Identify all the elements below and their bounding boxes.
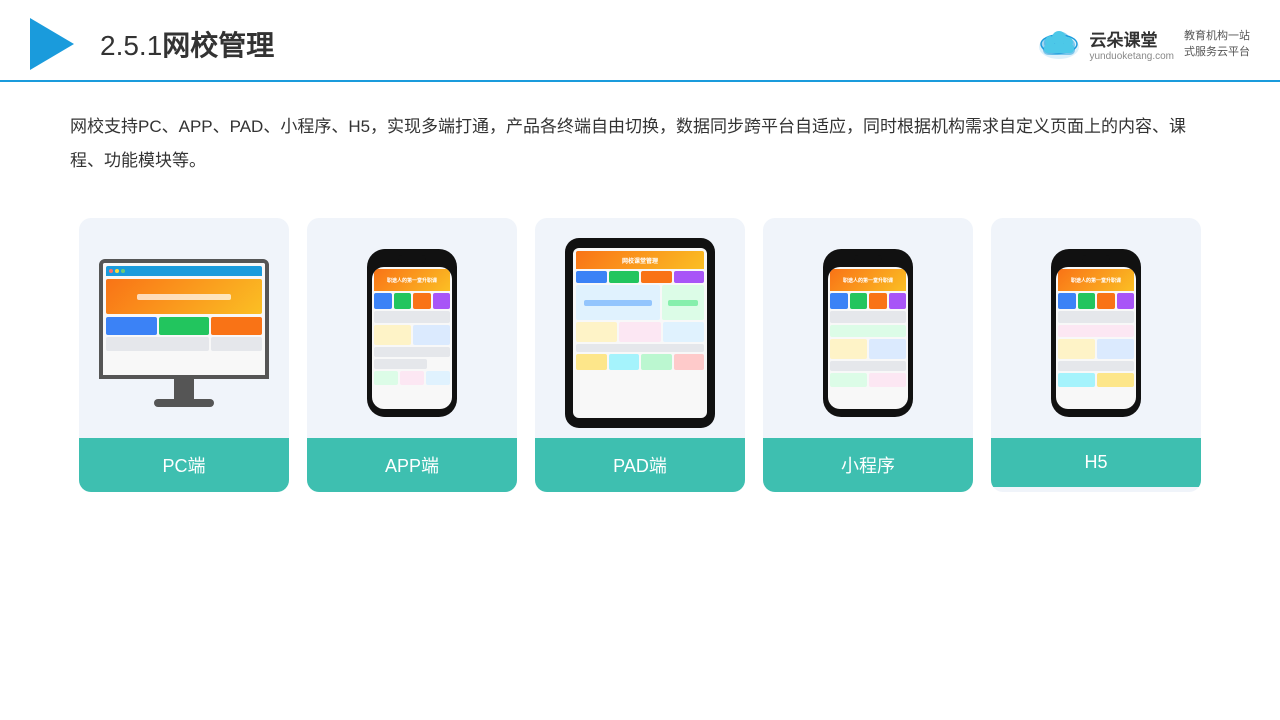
header: 2.5.1网校管理 云朵课堂 yunduo [0, 0, 1280, 82]
phone-miniprogram: 职途人的第一堂升职课 [823, 249, 913, 417]
logo-main-text: 云朵课堂 [1089, 26, 1174, 51]
cards-container: PC端 职途人的第一堂升职课 [0, 198, 1280, 512]
description-text: 网校支持PC、APP、PAD、小程序、H5，实现多端打通，产品各终端自由切换，数… [70, 110, 1210, 178]
card-h5: 职途人的第一堂升职课 [991, 218, 1201, 492]
tablet-body: 网校课堂管理 [565, 238, 715, 428]
card-pc-label: PC端 [79, 438, 289, 492]
play-icon [30, 18, 74, 70]
phone-body-app: 职途人的第一堂升职课 [367, 249, 457, 417]
phone-body-h5: 职途人的第一堂升职课 [1051, 249, 1141, 417]
logo-text: 云朵课堂 yunduoketang.com [1089, 26, 1174, 62]
cloud-icon [1035, 27, 1083, 61]
phone-h5: 职途人的第一堂升职课 [1051, 249, 1141, 417]
page-title: 2.5.1网校管理 [100, 24, 274, 64]
phone-app: 职途人的第一堂升职课 [367, 249, 457, 417]
monitor-screen [99, 259, 269, 379]
card-miniprogram-label: 小程序 [763, 438, 973, 492]
phone-notch-h5 [1082, 255, 1110, 263]
card-miniprogram: 职途人的第一堂升职课 [763, 218, 973, 492]
phone-screen-h5: 职途人的第一堂升职课 [1056, 267, 1136, 409]
card-pad-label: PAD端 [535, 438, 745, 492]
card-h5-label: H5 [991, 438, 1201, 487]
logo-url: yunduoketang.com [1089, 51, 1174, 62]
phone-body-miniprogram: 职途人的第一堂升职课 [823, 249, 913, 417]
phone-screen-mini: 职途人的第一堂升职课 [828, 267, 908, 409]
card-pc: PC端 [79, 218, 289, 492]
title-text: 网校管理 [162, 30, 274, 61]
card-pad-image: 网校课堂管理 [535, 218, 745, 438]
phone-notch-mini [854, 255, 882, 263]
phone-screen-app: 职途人的第一堂升职课 [372, 267, 452, 409]
monitor-base [154, 399, 214, 407]
card-h5-image: 职途人的第一堂升职课 [991, 218, 1201, 438]
card-pad: 网校课堂管理 [535, 218, 745, 492]
card-app: 职途人的第一堂升职课 [307, 218, 517, 492]
logo-area: 云朵课堂 yunduoketang.com 教育机构一站式服务云平台 [1035, 26, 1250, 62]
monitor-stand [174, 379, 194, 399]
header-left: 2.5.1网校管理 [30, 18, 274, 70]
card-miniprogram-image: 职途人的第一堂升职课 [763, 218, 973, 438]
card-app-image: 职途人的第一堂升职课 [307, 218, 517, 438]
title-number: 2.5.1 [100, 30, 162, 61]
tablet-screen: 网校课堂管理 [573, 248, 707, 418]
phone-notch [398, 255, 426, 263]
logo-tagline: 教育机构一站式服务云平台 [1184, 28, 1250, 61]
card-app-label: APP端 [307, 438, 517, 492]
pc-monitor [99, 259, 269, 407]
logo-cloud: 云朵课堂 yunduoketang.com 教育机构一站式服务云平台 [1035, 26, 1250, 62]
card-pc-image [79, 218, 289, 438]
description: 网校支持PC、APP、PAD、小程序、H5，实现多端打通，产品各终端自由切换，数… [0, 82, 1280, 198]
